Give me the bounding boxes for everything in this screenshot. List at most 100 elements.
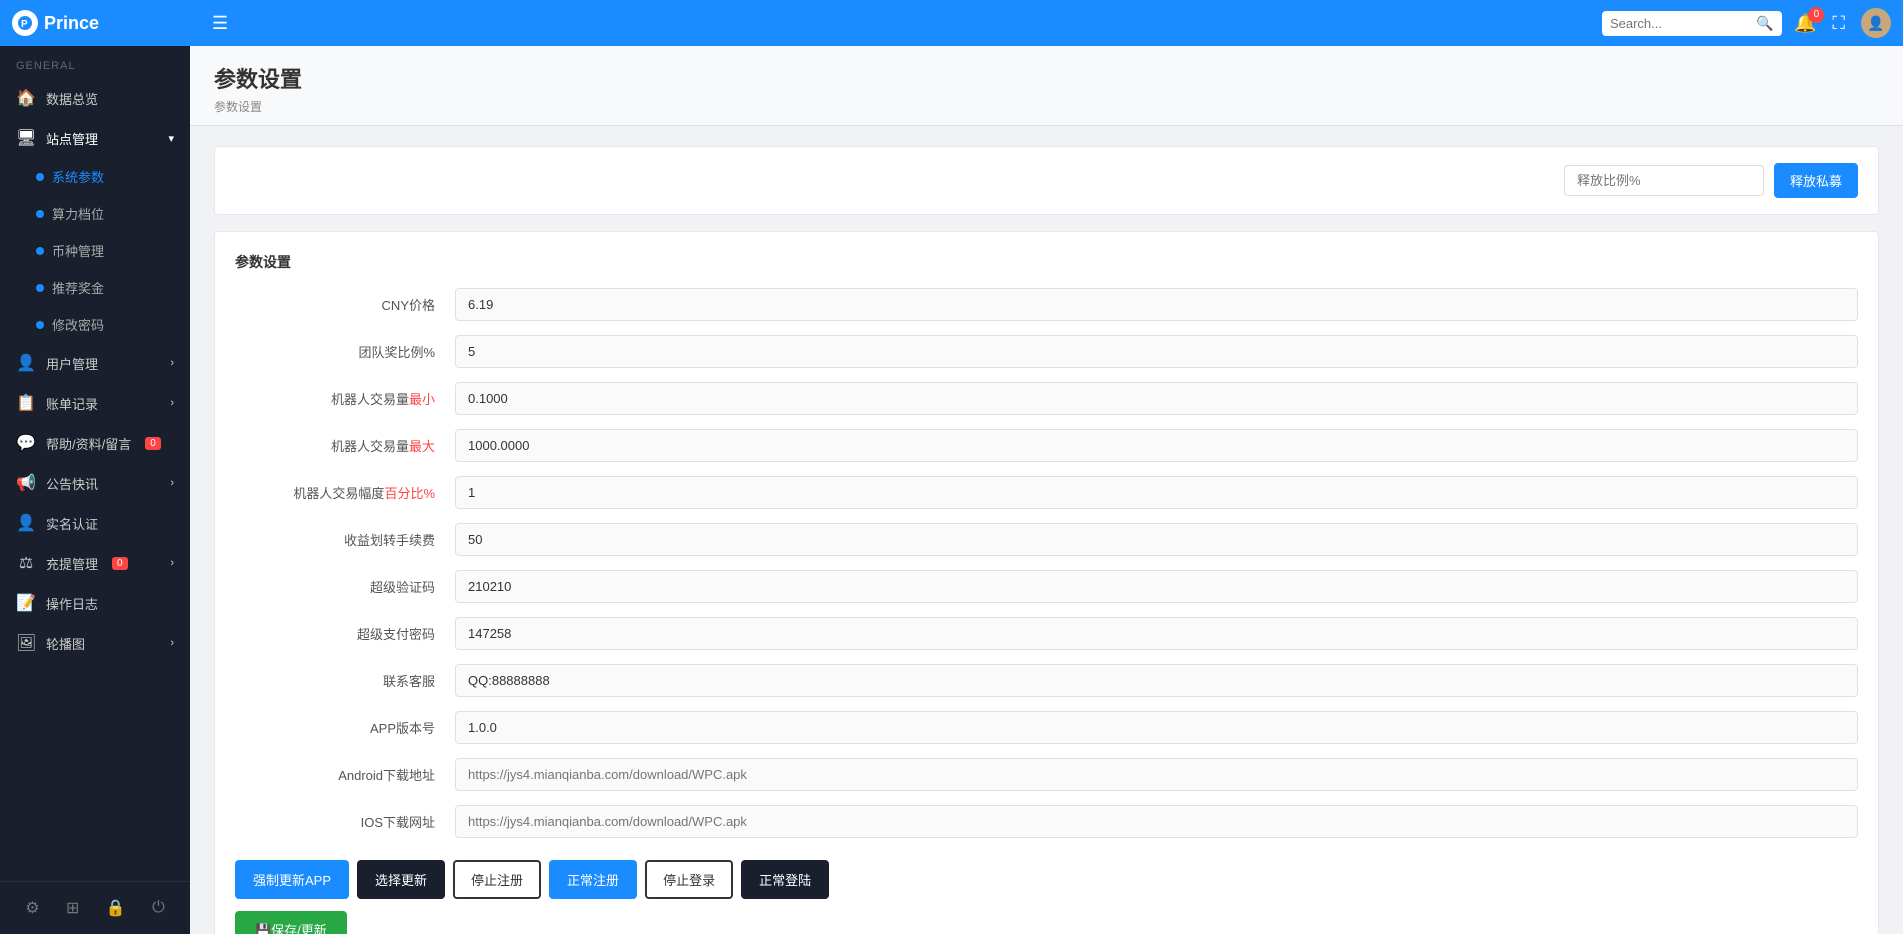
save-update-button[interactable]: 💾保存/更新 — [235, 911, 347, 934]
sidebar-item-announcements[interactable]: 📢 公告快讯 › — [0, 463, 190, 503]
param-row-android-url: Android下载地址 — [235, 758, 1858, 791]
normal-login-button[interactable]: 正常登陆 — [741, 860, 829, 899]
sidebar-item-real-name-label: 实名认证 — [46, 514, 98, 533]
sidebar-item-dashboard[interactable]: 🏠 数据总览 — [0, 78, 190, 118]
dot-currency — [36, 247, 44, 255]
param-row-team-ratio: 团队奖比例% — [235, 335, 1858, 368]
sidebar-item-help[interactable]: 💬 帮助/资料/留言 0 — [0, 423, 190, 463]
param-input-robot-max[interactable] — [455, 429, 1858, 462]
sidebar-submenu-site-mgmt: 系统参数 算力档位 币种管理 推荐奖金 修改密码 — [0, 158, 190, 343]
param-label-super-verify: 超级验证码 — [235, 577, 455, 596]
sidebar-item-recharge[interactable]: ⚖ 充提管理 0 › — [0, 543, 190, 583]
arrow-account: › — [170, 397, 174, 409]
search-box: 🔍 — [1602, 11, 1782, 36]
arrow-carousel: › — [170, 637, 174, 649]
param-input-robot-min[interactable] — [455, 382, 1858, 415]
dashboard-icon: 🏠 — [16, 88, 36, 108]
param-input-robot-pct[interactable] — [455, 476, 1858, 509]
sidebar-item-announcements-label: 公告快讯 — [46, 474, 98, 493]
param-label-ios-url: IOS下载网址 — [235, 812, 455, 831]
grid-button[interactable]: ⊞ — [58, 894, 87, 922]
active-dot — [36, 173, 44, 181]
normal-register-button[interactable]: 正常注册 — [549, 860, 637, 899]
help-icon: 💬 — [16, 433, 36, 453]
stop-register-button[interactable]: 停止注册 — [453, 860, 541, 899]
param-label-team-ratio: 团队奖比例% — [235, 342, 455, 361]
sidebar-item-user-mgmt-label: 用户管理 — [46, 354, 98, 373]
param-label-app-version: APP版本号 — [235, 718, 455, 737]
svg-text:P: P — [21, 19, 28, 30]
param-row-robot-max: 机器人交易量最大 — [235, 429, 1858, 462]
topbar-icons: 🔔 0 ⛶ 👤 — [1794, 8, 1891, 38]
avatar[interactable]: 👤 — [1861, 8, 1891, 38]
release-section: 释放私募 — [214, 146, 1879, 215]
power-button[interactable]: ⏻ — [144, 895, 173, 921]
app-name: Prince — [44, 13, 99, 34]
param-label-super-pay-pwd: 超级支付密码 — [235, 624, 455, 643]
sidebar-item-user-mgmt[interactable]: 👤 用户管理 › — [0, 343, 190, 383]
param-input-team-ratio[interactable] — [455, 335, 1858, 368]
force-update-button[interactable]: 强制更新APP — [235, 860, 349, 899]
sidebar-item-account-records[interactable]: 📋 账单记录 › — [0, 383, 190, 423]
sidebar-item-recharge-label: 充提管理 — [46, 554, 98, 573]
sidebar-item-account-records-label: 账单记录 — [46, 394, 98, 413]
param-input-customer-service[interactable] — [455, 664, 1858, 697]
sidebar-item-site-mgmt-label: 站点管理 — [46, 129, 98, 148]
sidebar-item-operation-log-label: 操作日志 — [46, 594, 98, 613]
sidebar-item-operation-log[interactable]: 📝 操作日志 — [0, 583, 190, 623]
sidebar-item-real-name[interactable]: 👤 实名认证 — [0, 503, 190, 543]
arrow-announce: › — [170, 477, 174, 489]
param-label-customer-service: 联系客服 — [235, 671, 455, 690]
param-row-transfer-fee: 收益划转手续费 — [235, 523, 1858, 556]
params-section: 参数设置 CNY价格 团队奖比例% — [214, 231, 1879, 934]
topbar: P Prince ☰ 🔍 🔔 0 ⛶ 👤 — [0, 0, 1903, 46]
sidebar-subitem-hashrate[interactable]: 算力档位 — [0, 195, 190, 232]
params-section-title: 参数设置 — [235, 252, 1858, 272]
content-body: 释放私募 参数设置 CNY价格 团队奖比例% — [190, 126, 1903, 934]
search-icon[interactable]: 🔍 — [1756, 15, 1773, 32]
param-input-cny[interactable] — [455, 288, 1858, 321]
release-ratio-input[interactable] — [1564, 165, 1764, 196]
param-label-cny: CNY价格 — [235, 295, 455, 314]
action-buttons: 强制更新APP 选择更新 停止注册 正常注册 停止登录 正常登陆 — [235, 852, 1858, 899]
param-label-robot-min: 机器人交易量最小 — [235, 389, 455, 408]
stop-login-button[interactable]: 停止登录 — [645, 860, 733, 899]
subitem-hashrate-label: 算力档位 — [52, 204, 104, 223]
param-label-android-url: Android下载地址 — [235, 765, 455, 784]
dot-referral — [36, 284, 44, 292]
param-input-super-verify[interactable] — [455, 570, 1858, 603]
sidebar-subitem-referral[interactable]: 推荐奖金 — [0, 269, 190, 306]
recharge-icon: ⚖ — [16, 553, 36, 573]
sidebar-subitem-change-password[interactable]: 修改密码 — [0, 306, 190, 343]
monitor-icon: 🖥 — [16, 128, 36, 148]
param-label-robot-pct: 机器人交易幅度百分比% — [235, 483, 455, 502]
sidebar-subitem-system-params[interactable]: 系统参数 — [0, 158, 190, 195]
lock-button[interactable]: 🔒 — [98, 894, 134, 922]
sidebar-item-site-mgmt[interactable]: 🖥 站点管理 ▾ — [0, 118, 190, 158]
release-private-button[interactable]: 释放私募 — [1774, 163, 1858, 198]
choose-update-button[interactable]: 选择更新 — [357, 860, 445, 899]
page-header: 参数设置 参数设置 — [190, 46, 1903, 126]
sidebar-subitem-currency[interactable]: 币种管理 — [0, 232, 190, 269]
param-row-app-version: APP版本号 — [235, 711, 1858, 744]
logo-icon: P — [12, 10, 38, 36]
param-input-ios-url[interactable] — [455, 805, 1858, 838]
param-row-super-verify: 超级验证码 — [235, 570, 1858, 603]
param-input-super-pay-pwd[interactable] — [455, 617, 1858, 650]
sidebar-item-dashboard-label: 数据总览 — [46, 89, 98, 108]
search-input[interactable] — [1610, 16, 1750, 31]
sidebar-item-carousel-label: 轮播图 — [46, 634, 85, 653]
log-icon: 📝 — [16, 593, 36, 613]
hamburger-button[interactable]: ☰ — [204, 9, 236, 38]
page-title: 参数设置 — [214, 62, 1879, 94]
sidebar-item-carousel[interactable]: 🖼 轮播图 › — [0, 623, 190, 663]
param-input-android-url[interactable] — [455, 758, 1858, 791]
fullscreen-button[interactable]: ⛶ — [1832, 13, 1845, 34]
param-input-app-version[interactable] — [455, 711, 1858, 744]
param-input-transfer-fee[interactable] — [455, 523, 1858, 556]
main-layout: GENERAL 🏠 数据总览 🖥 站点管理 ▾ 系统参数 算力档位 币种管理 — [0, 46, 1903, 934]
chevron-right-icon: › — [170, 357, 174, 369]
app-logo: P Prince — [12, 10, 192, 36]
notification-button[interactable]: 🔔 0 — [1794, 13, 1816, 34]
settings-button[interactable]: ⚙ — [17, 894, 47, 922]
